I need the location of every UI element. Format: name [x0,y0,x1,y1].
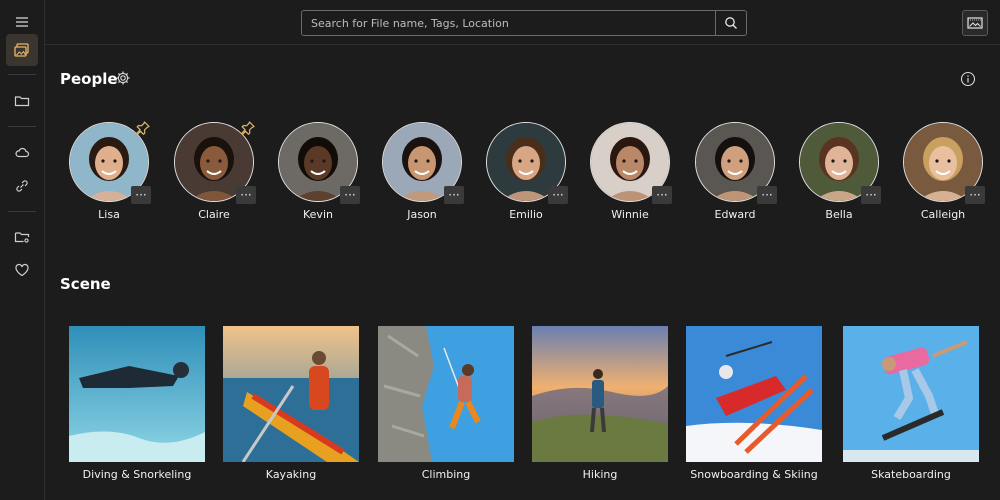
more-icon: ··· [135,188,147,202]
link-icon [16,180,28,192]
folder-icon [14,96,30,107]
info-icon[interactable] [960,71,976,87]
scene-card[interactable]: Skateboarding [843,326,979,486]
scene-thumbnail[interactable] [843,326,979,462]
slideshow-icon [967,17,983,29]
person-card[interactable]: ··· Jason [382,122,464,232]
rail-item-gallery[interactable] [6,34,38,66]
person-card[interactable]: ··· Lisa [69,120,151,232]
rail-item-favorites[interactable] [6,254,38,286]
person-card[interactable]: ··· Calleigh [903,122,985,232]
scene-thumbnail[interactable] [532,326,668,462]
scene-card[interactable]: Snowboarding & Skiing [686,326,822,486]
search-button[interactable] [715,11,746,35]
scene-thumbnail[interactable] [223,326,359,462]
heart-icon [15,263,29,277]
rail-item-links[interactable] [6,170,38,202]
more-options-button[interactable]: ··· [444,186,464,204]
person-name: Calleigh [920,208,966,221]
more-icon: ··· [969,188,981,202]
gear-icon[interactable] [115,70,131,86]
scene-name: Kayaking [265,468,317,481]
people-section-title: People [60,70,118,88]
scene-name: Skateboarding [871,468,951,481]
person-name: Jason [407,208,437,221]
more-icon: ··· [656,188,668,202]
person-card[interactable]: ··· Edward [695,122,777,232]
rail-item-locations[interactable] [6,221,38,253]
scene-card[interactable]: Kayaking [223,326,359,486]
scene-card[interactable]: Diving & Snorkeling [69,326,205,486]
search-icon [725,17,737,29]
more-options-button[interactable]: ··· [965,186,985,204]
person-card[interactable]: ··· Bella [799,122,881,232]
more-options-button[interactable]: ··· [861,186,881,204]
top-bar [44,0,1000,45]
scene-name: Climbing [421,468,471,481]
person-card[interactable]: ··· Emilio [486,122,568,232]
rail-divider [8,126,36,127]
scene-name: Hiking [582,468,618,481]
more-icon: ··· [240,188,252,202]
location-folder-icon [14,232,30,243]
cloud-icon [15,147,30,158]
person-name: Bella [825,208,853,221]
search-box [301,10,747,36]
more-options-button[interactable]: ··· [757,186,777,204]
more-icon: ··· [448,188,460,202]
left-rail [0,0,45,500]
person-card[interactable]: ··· Claire [174,120,256,232]
pin-icon[interactable] [240,120,256,136]
scene-thumbnail[interactable] [378,326,514,462]
scene-name: Diving & Snorkeling [82,468,192,481]
more-icon: ··· [761,188,773,202]
pin-icon[interactable] [135,120,151,136]
person-name: Winnie [611,208,649,221]
rail-divider [8,211,36,212]
person-card[interactable]: ··· Kevin [278,122,360,232]
search-input[interactable] [302,11,715,35]
scene-card[interactable]: Climbing [378,326,514,486]
person-name: Claire [198,208,230,221]
more-icon: ··· [344,188,356,202]
photos-gallery-icon [14,43,29,57]
person-name: Emilio [509,208,543,221]
rail-item-folders[interactable] [6,85,38,117]
scene-section-title: Scene [60,275,111,293]
more-options-button[interactable]: ··· [236,186,256,204]
more-icon: ··· [552,188,564,202]
more-options-button[interactable]: ··· [652,186,672,204]
person-name: Edward [714,208,756,221]
person-name: Lisa [98,208,120,221]
person-card[interactable]: ··· Winnie [590,122,672,232]
rail-item-cloud[interactable] [6,136,38,168]
scene-thumbnail[interactable] [686,326,822,462]
more-options-button[interactable]: ··· [131,186,151,204]
scene-card[interactable]: Hiking [532,326,668,486]
rail-divider [8,74,36,75]
slideshow-button[interactable] [962,10,988,36]
scene-name: Snowboarding & Skiing [690,468,818,481]
more-options-button[interactable]: ··· [340,186,360,204]
hamburger-menu-icon [16,17,28,27]
scene-thumbnail[interactable] [69,326,205,462]
more-options-button[interactable]: ··· [548,186,568,204]
more-icon: ··· [865,188,877,202]
person-name: Kevin [303,208,333,221]
